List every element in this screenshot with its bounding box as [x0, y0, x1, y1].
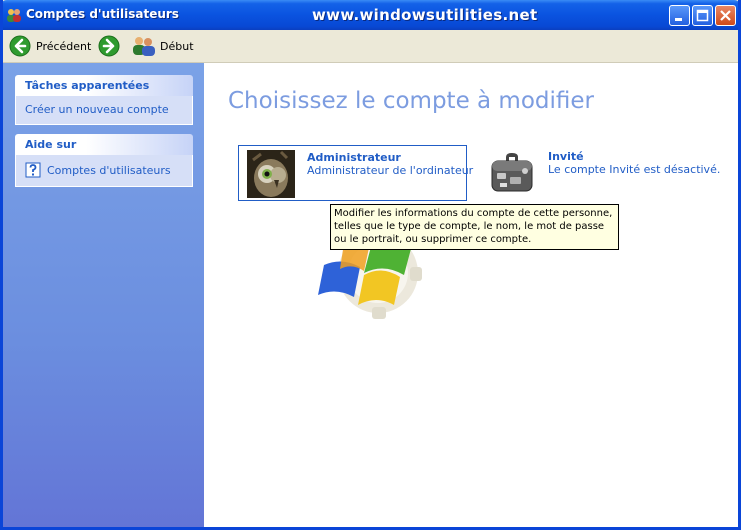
- back-label: Précédent: [36, 39, 92, 53]
- help-body: Comptes d'utilisateurs: [15, 155, 193, 187]
- minimize-icon: [675, 18, 682, 21]
- create-account-link[interactable]: Créer un nouveau compte: [25, 103, 183, 116]
- maximize-button[interactable]: [692, 5, 713, 26]
- user-accounts-home-icon: [133, 37, 155, 56]
- related-tasks-body: Créer un nouveau compte: [15, 96, 193, 125]
- content-area: Tâches apparentées Créer un nouveau comp…: [3, 63, 738, 527]
- home-label: Début: [160, 39, 194, 53]
- watermark-text: www.windowsutilities.net: [312, 6, 538, 24]
- close-button[interactable]: [715, 5, 736, 26]
- guest-account-name: Invité: [548, 150, 584, 163]
- forward-button[interactable]: [98, 34, 120, 58]
- close-icon: [720, 10, 731, 21]
- back-arrow-icon: [9, 35, 31, 57]
- window-title: Comptes d'utilisateurs: [26, 7, 179, 21]
- help-panel: Aide sur Comptes d'utilisateurs: [15, 134, 193, 187]
- help-user-accounts-label: Comptes d'utilisateurs: [47, 163, 171, 177]
- main-panel: Choisissez le compte à modifier Administ…: [204, 63, 738, 527]
- help-question-icon: [25, 162, 41, 178]
- user-accounts-icon: [7, 9, 21, 22]
- related-tasks-header[interactable]: Tâches apparentées: [15, 75, 193, 96]
- help-header[interactable]: Aide sur: [15, 134, 193, 155]
- guest-account-description: Le compte Invité est désactivé.: [548, 163, 721, 176]
- account-administrator[interactable]: Administrateur Administrateur de l'ordin…: [238, 145, 473, 201]
- account-tooltip: Modifier les informations du compte de c…: [330, 204, 619, 250]
- eagle-owl-picture: [247, 150, 295, 198]
- page-heading: Choisissez le compte à modifier: [228, 88, 594, 114]
- admin-account-name: Administrateur: [307, 151, 401, 164]
- toolbar: Précédent Début: [3, 30, 738, 63]
- title-bar[interactable]: Comptes d'utilisateurs www.windowsutilit…: [3, 0, 738, 30]
- help-user-accounts-link[interactable]: Comptes d'utilisateurs: [25, 162, 183, 178]
- account-guest[interactable]: Invité Le compte Invité est désactivé.: [488, 145, 728, 201]
- related-tasks-panel: Tâches apparentées Créer un nouveau comp…: [15, 75, 193, 125]
- forward-arrow-icon: [98, 35, 120, 57]
- task-pane: Tâches apparentées Créer un nouveau comp…: [3, 63, 204, 527]
- briefcase-picture: [491, 153, 533, 192]
- back-button[interactable]: Précédent: [9, 34, 91, 58]
- maximize-icon: [696, 9, 709, 22]
- user-accounts-window: Comptes d'utilisateurs www.windowsutilit…: [0, 0, 741, 530]
- home-button[interactable]: Début: [132, 34, 194, 58]
- minimize-button[interactable]: [669, 5, 690, 26]
- admin-account-description: Administrateur de l'ordinateur: [307, 164, 474, 177]
